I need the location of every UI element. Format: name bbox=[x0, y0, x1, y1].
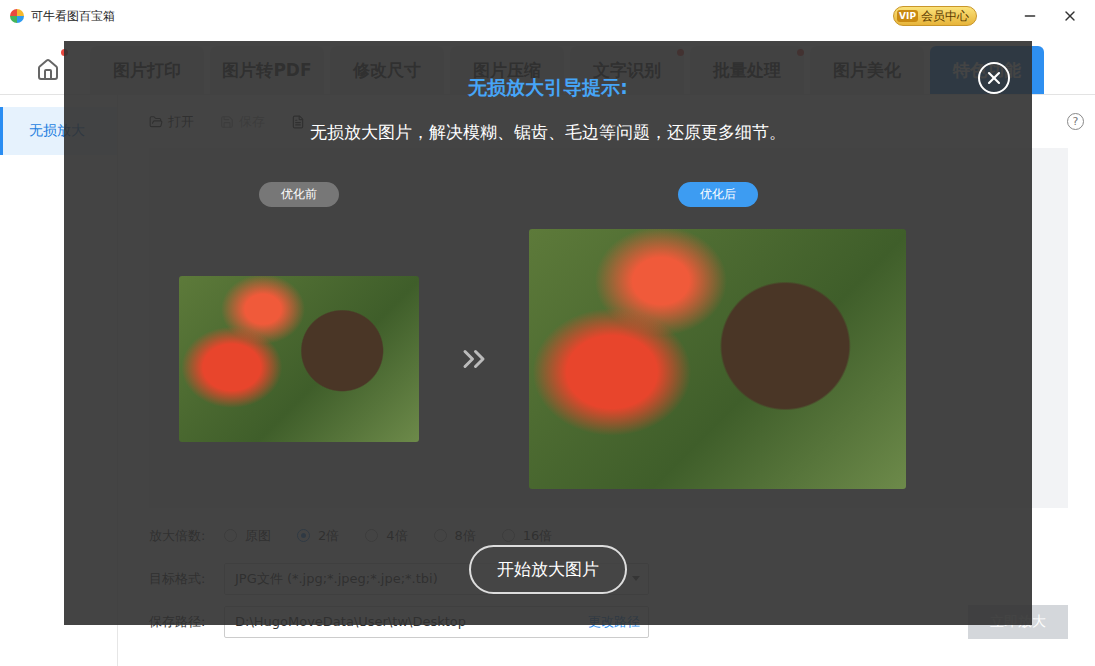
home-icon bbox=[36, 58, 60, 82]
minimize-icon bbox=[1022, 8, 1038, 24]
guide-close-button[interactable] bbox=[978, 62, 1010, 94]
app-window: 可牛看图百宝箱VIP会员中心图片打印图片转PDF修改尺寸图片压缩文字识别批量处理… bbox=[0, 0, 1095, 666]
before-image-area bbox=[179, 229, 419, 489]
before-column: 优化前 bbox=[179, 182, 419, 489]
title-bar: 可牛看图百宝箱 VIP会员中心 bbox=[0, 0, 1095, 32]
start-button[interactable]: 开始放大图片 bbox=[469, 545, 627, 594]
after-label: 优化后 bbox=[678, 182, 758, 207]
vip-badge: VIP bbox=[897, 10, 918, 22]
guide-overlay: 无损放大引导提示: 无损放大图片，解决模糊、锯齿、毛边等问题，还原更多细节。优化前… bbox=[64, 41, 1032, 625]
close-icon bbox=[1062, 8, 1078, 24]
arrow bbox=[456, 229, 492, 489]
arrow-icon bbox=[456, 341, 492, 377]
after-photo bbox=[529, 229, 906, 489]
window-title: 可牛看图百宝箱 bbox=[31, 8, 115, 25]
home-tab[interactable] bbox=[28, 46, 68, 94]
guide-title: 无损放大引导提示: bbox=[468, 75, 628, 101]
after-image-area bbox=[529, 229, 906, 489]
minimize-button[interactable] bbox=[1013, 4, 1047, 28]
member-label: 会员中心 bbox=[921, 8, 969, 25]
close-button[interactable] bbox=[1053, 4, 1087, 28]
before-photo bbox=[179, 276, 419, 442]
guide-description: 无损放大图片，解决模糊、锯齿、毛边等问题，还原更多细节。 bbox=[310, 121, 786, 144]
app-logo-icon bbox=[9, 8, 25, 24]
help-button[interactable]: ? bbox=[1067, 113, 1084, 130]
comparison: 优化前 优化后 bbox=[64, 182, 1032, 489]
member-center-button[interactable]: VIP会员中心 bbox=[893, 6, 977, 26]
close-icon bbox=[984, 68, 1004, 88]
after-column: 优化后 bbox=[529, 182, 906, 489]
before-label: 优化前 bbox=[259, 182, 339, 207]
